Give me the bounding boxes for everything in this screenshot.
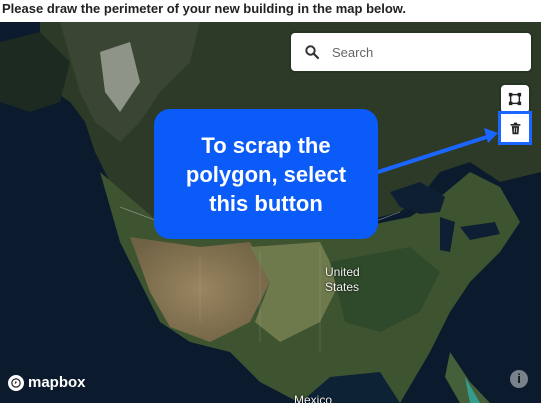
mapbox-logo[interactable]: mapbox <box>8 374 86 391</box>
mapbox-wordmark: mapbox <box>28 374 86 391</box>
instruction-text: Please draw the perimeter of your new bu… <box>2 1 407 16</box>
callout-line2: polygon, select <box>185 161 347 187</box>
callout-line3: this button <box>209 190 323 216</box>
mapbox-logo-icon <box>8 374 24 391</box>
callout-line1: To scrap the <box>201 132 331 158</box>
attribution-info-button[interactable]: i <box>510 370 528 388</box>
instruction-callout: To scrap the polygon, select this button <box>154 109 378 239</box>
map-canvas[interactable]: United States Mexico Search To scrap the… <box>0 22 541 403</box>
